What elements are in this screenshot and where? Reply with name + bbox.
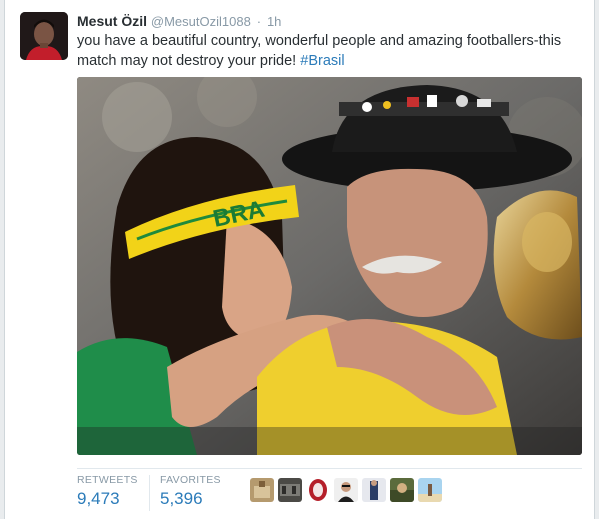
hashtag-link[interactable]: #Brasil xyxy=(300,53,344,69)
tweet-timestamp[interactable]: 1h xyxy=(267,14,281,29)
retweets-stat[interactable]: RETWEETS 9,473 xyxy=(77,474,138,509)
tweet-header: Mesut Özil @MesutOzil1088 · 1h xyxy=(77,13,281,29)
favoriter-avatar[interactable] xyxy=(334,478,358,502)
tweet-card: Mesut Özil @MesutOzil1088 · 1h you have … xyxy=(4,0,595,519)
favoriter-avatar[interactable] xyxy=(306,478,330,502)
favoriter-avatar[interactable] xyxy=(418,478,442,502)
retweets-count[interactable]: 9,473 xyxy=(77,489,138,509)
header-separator: · xyxy=(256,14,262,29)
favorites-count[interactable]: 5,396 xyxy=(160,489,221,509)
stat-separator xyxy=(149,475,150,511)
tweet-text: you have a beautiful country, wonderful … xyxy=(77,31,577,71)
favoriter-avatar[interactable] xyxy=(390,478,414,502)
favoriter-avatar[interactable] xyxy=(250,478,274,502)
favoriter-avatar[interactable] xyxy=(278,478,302,502)
favoriter-avatar[interactable] xyxy=(362,478,386,502)
retweets-label: RETWEETS xyxy=(77,474,138,486)
favorites-stat[interactable]: FAVORITES 5,396 xyxy=(160,474,221,509)
stats-divider xyxy=(77,468,582,469)
favorites-label: FAVORITES xyxy=(160,474,221,486)
author-avatar[interactable] xyxy=(20,12,68,60)
author-handle[interactable]: @MesutOzil1088 xyxy=(151,14,251,29)
tweet-photo[interactable]: BRA xyxy=(77,77,582,455)
author-name[interactable]: Mesut Özil xyxy=(77,13,147,29)
